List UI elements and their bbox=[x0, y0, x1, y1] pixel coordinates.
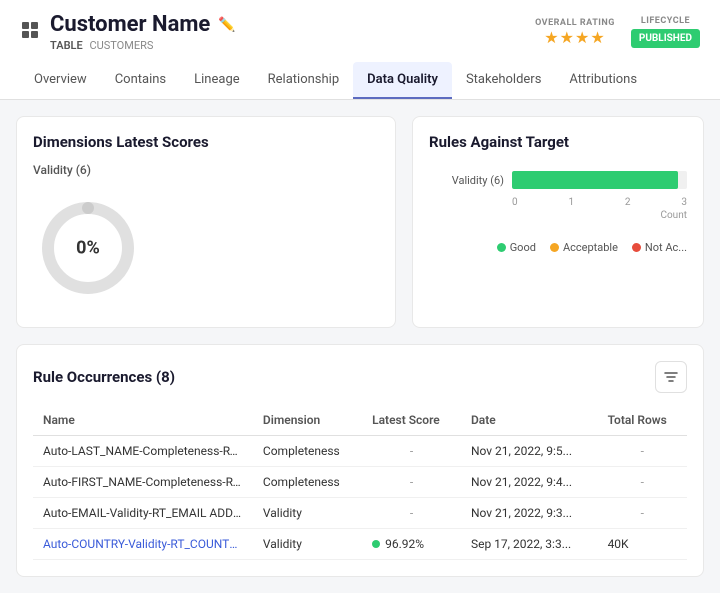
row-latest-score: 96.92% bbox=[362, 529, 461, 560]
bar-chart: Validity (6) 0 1 2 3 Count bbox=[429, 163, 687, 229]
tab-relationship[interactable]: Relationship bbox=[254, 62, 353, 99]
legend-dot-good bbox=[497, 243, 506, 252]
col-date: Date bbox=[461, 405, 598, 436]
row-name: Auto-FIRST_NAME-Completeness-RT_FI... bbox=[33, 467, 253, 498]
row-date: Nov 21, 2022, 9:3... bbox=[461, 498, 598, 529]
grid-icon bbox=[20, 20, 40, 44]
axis-unit: Count bbox=[429, 210, 687, 221]
row-total-rows: 40K bbox=[598, 529, 687, 560]
row-latest-score: - bbox=[362, 467, 461, 498]
row-total-rows: - bbox=[598, 498, 687, 529]
top-row: Dimensions Latest Scores Validity (6) 0%… bbox=[16, 116, 704, 328]
tab-data-quality[interactable]: Data Quality bbox=[353, 62, 452, 99]
row-dimension: Completeness bbox=[253, 436, 362, 467]
row-name: Auto-EMAIL-Validity-RT_EMAIL ADDRES... bbox=[33, 498, 253, 529]
legend-dot-not-acceptable bbox=[632, 243, 641, 252]
bar-track bbox=[512, 171, 687, 189]
legend-good: Good bbox=[497, 241, 536, 254]
table-row: Auto-EMAIL-Validity-RT_EMAIL ADDRES...Va… bbox=[33, 498, 687, 529]
donut-chart: 0% bbox=[33, 193, 143, 303]
table-title: Rule Occurrences (8) bbox=[33, 368, 175, 386]
lifecycle-badge: PUBLISHED bbox=[631, 29, 700, 48]
tab-overview[interactable]: Overview bbox=[20, 62, 101, 99]
col-name: Name bbox=[33, 405, 253, 436]
filter-icon bbox=[663, 369, 679, 385]
tab-attributions[interactable]: Attributions bbox=[555, 62, 651, 99]
row-dimension: Validity bbox=[253, 529, 362, 560]
rule-occurrences-panel: Rule Occurrences (8) Name Dimension Late… bbox=[16, 344, 704, 577]
row-dimension: Completeness bbox=[253, 467, 362, 498]
overall-rating: OVERALL RATING ★★★★ bbox=[535, 18, 615, 47]
row-date: Nov 21, 2022, 9:4... bbox=[461, 467, 598, 498]
donut-label: Validity (6) bbox=[33, 163, 91, 177]
row-date: Sep 17, 2022, 3:3... bbox=[461, 529, 598, 560]
row-dimension: Validity bbox=[253, 498, 362, 529]
rules-panel-title: Rules Against Target bbox=[429, 133, 687, 151]
edit-icon[interactable]: ✏️ bbox=[218, 17, 235, 33]
dimensions-panel-title: Dimensions Latest Scores bbox=[33, 133, 379, 151]
donut-value: 0% bbox=[76, 238, 100, 259]
rule-occurrences-table: Name Dimension Latest Score Date Total R… bbox=[33, 405, 687, 560]
bar-row-label: Validity (6) bbox=[429, 174, 504, 187]
col-latest-score: Latest Score bbox=[362, 405, 461, 436]
legend-not-acceptable: Not Ac... bbox=[632, 241, 687, 254]
tab-stakeholders[interactable]: Stakeholders bbox=[452, 62, 555, 99]
bar-fill bbox=[512, 171, 678, 189]
row-latest-score: - bbox=[362, 498, 461, 529]
tab-lineage[interactable]: Lineage bbox=[180, 62, 254, 99]
row-total-rows: - bbox=[598, 467, 687, 498]
legend-acceptable: Acceptable bbox=[550, 241, 618, 254]
tab-contains[interactable]: Contains bbox=[101, 62, 180, 99]
rules-panel: Rules Against Target Validity (6) 0 1 2 … bbox=[412, 116, 704, 328]
header-right: OVERALL RATING ★★★★ LIFECYCLE PUBLISHED bbox=[535, 16, 700, 48]
col-total-rows: Total Rows bbox=[598, 405, 687, 436]
main-content: Dimensions Latest Scores Validity (6) 0%… bbox=[0, 100, 720, 593]
table-header: Name Dimension Latest Score Date Total R… bbox=[33, 405, 687, 436]
row-total-rows: - bbox=[598, 436, 687, 467]
filter-button[interactable] bbox=[655, 361, 687, 393]
header-left: Customer Name ✏️ TABLE CUSTOMERS bbox=[20, 12, 236, 52]
header: Customer Name ✏️ TABLE CUSTOMERS OVERALL… bbox=[0, 0, 720, 100]
table-row: Auto-FIRST_NAME-Completeness-RT_FI...Com… bbox=[33, 467, 687, 498]
row-name: Auto-LAST_NAME-Completeness-RT_LA... bbox=[33, 436, 253, 467]
table-header-row: Rule Occurrences (8) bbox=[33, 361, 687, 393]
header-top: Customer Name ✏️ TABLE CUSTOMERS OVERALL… bbox=[20, 12, 700, 62]
bar-row-validity: Validity (6) bbox=[429, 171, 687, 189]
table-row: Auto-COUNTRY-Validity-RT_COUNTRY V...Val… bbox=[33, 529, 687, 560]
row-name[interactable]: Auto-COUNTRY-Validity-RT_COUNTRY V... bbox=[33, 529, 253, 560]
star-rating: ★★★★ bbox=[535, 28, 615, 47]
row-latest-score: - bbox=[362, 436, 461, 467]
header-subtitle: TABLE CUSTOMERS bbox=[50, 39, 236, 52]
col-dimension: Dimension bbox=[253, 405, 362, 436]
tabs: Overview Contains Lineage Relationship D… bbox=[20, 62, 700, 99]
dimensions-panel: Dimensions Latest Scores Validity (6) 0% bbox=[16, 116, 396, 328]
legend: Good Acceptable Not Ac... bbox=[429, 241, 687, 254]
bar-axis: 0 1 2 3 bbox=[429, 197, 687, 208]
table-row: Auto-LAST_NAME-Completeness-RT_LA...Comp… bbox=[33, 436, 687, 467]
lifecycle-section: LIFECYCLE PUBLISHED bbox=[631, 16, 700, 48]
donut-section: Validity (6) 0% bbox=[33, 163, 379, 311]
row-date: Nov 21, 2022, 9:5... bbox=[461, 436, 598, 467]
page-title: Customer Name bbox=[50, 12, 210, 37]
header-title-block: Customer Name ✏️ TABLE CUSTOMERS bbox=[50, 12, 236, 52]
legend-dot-acceptable bbox=[550, 243, 559, 252]
